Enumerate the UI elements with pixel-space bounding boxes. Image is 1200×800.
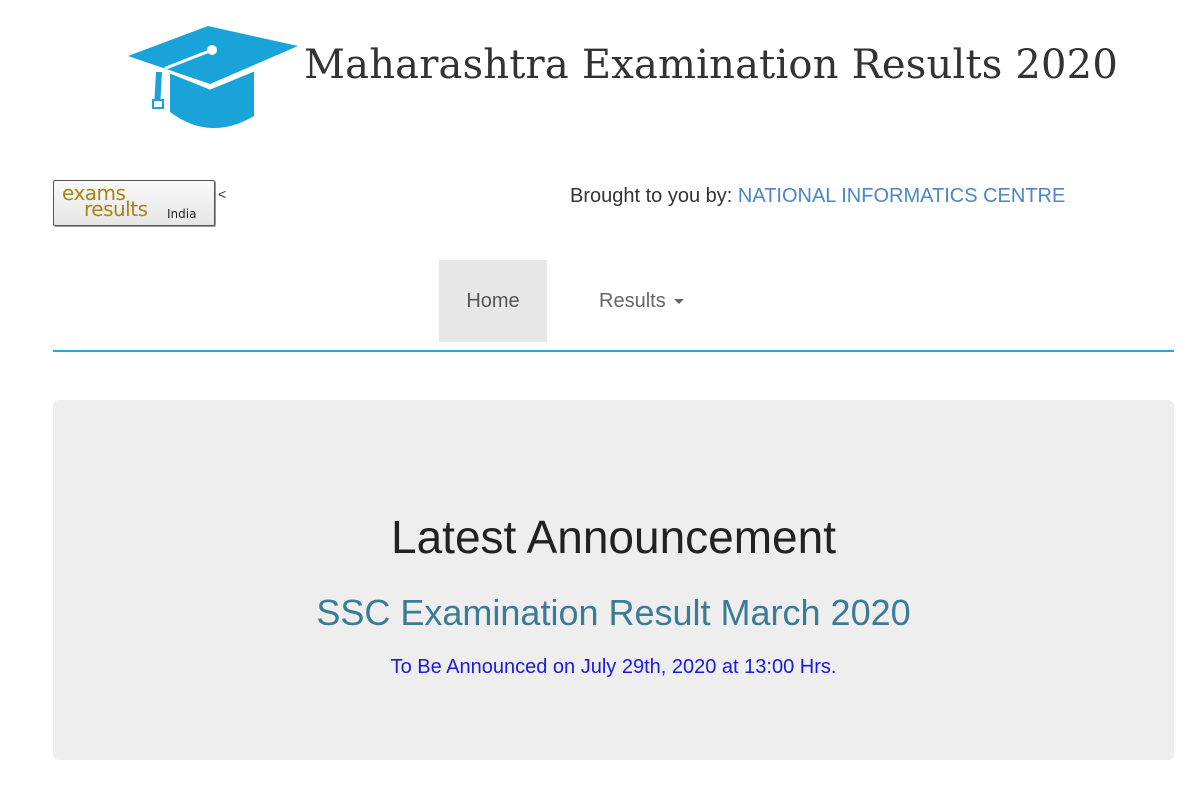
announcement-heading: Latest Announcement <box>391 511 836 563</box>
page: Maharashtra Examination Results 2020 exa… <box>0 0 1200 800</box>
exams-results-india-logo[interactable]: exams results India <box>53 180 215 226</box>
brought-by-line: Brought to you by: NATIONAL INFORMATICS … <box>570 185 1065 208</box>
announcement-title: SSC Examination Result March 2020 <box>316 592 911 633</box>
logo-word-india: India <box>167 207 197 221</box>
nav-item-home[interactable]: Home <box>439 260 547 342</box>
site-header: Maharashtra Examination Results 2020 <box>0 0 1200 150</box>
caret-down-icon <box>673 299 684 305</box>
nav-item-results-label: Results <box>599 290 666 312</box>
main-nav: Home Results <box>53 260 1174 352</box>
stray-character: < <box>218 186 227 202</box>
graduation-cap-icon <box>128 26 298 129</box>
logo-word-results: results <box>84 197 148 221</box>
site-title: Maharashtra Examination Results 2020 <box>304 42 1118 88</box>
nic-link[interactable]: NATIONAL INFORMATICS CENTRE <box>738 185 1065 207</box>
announcement-date: To Be Announced on July 29th, 2020 at 13… <box>390 656 837 678</box>
brought-by-label: Brought to you by: <box>570 185 733 207</box>
announcement-panel: Latest Announcement SSC Examination Resu… <box>53 400 1174 760</box>
nav-item-results[interactable]: Results <box>599 260 684 342</box>
